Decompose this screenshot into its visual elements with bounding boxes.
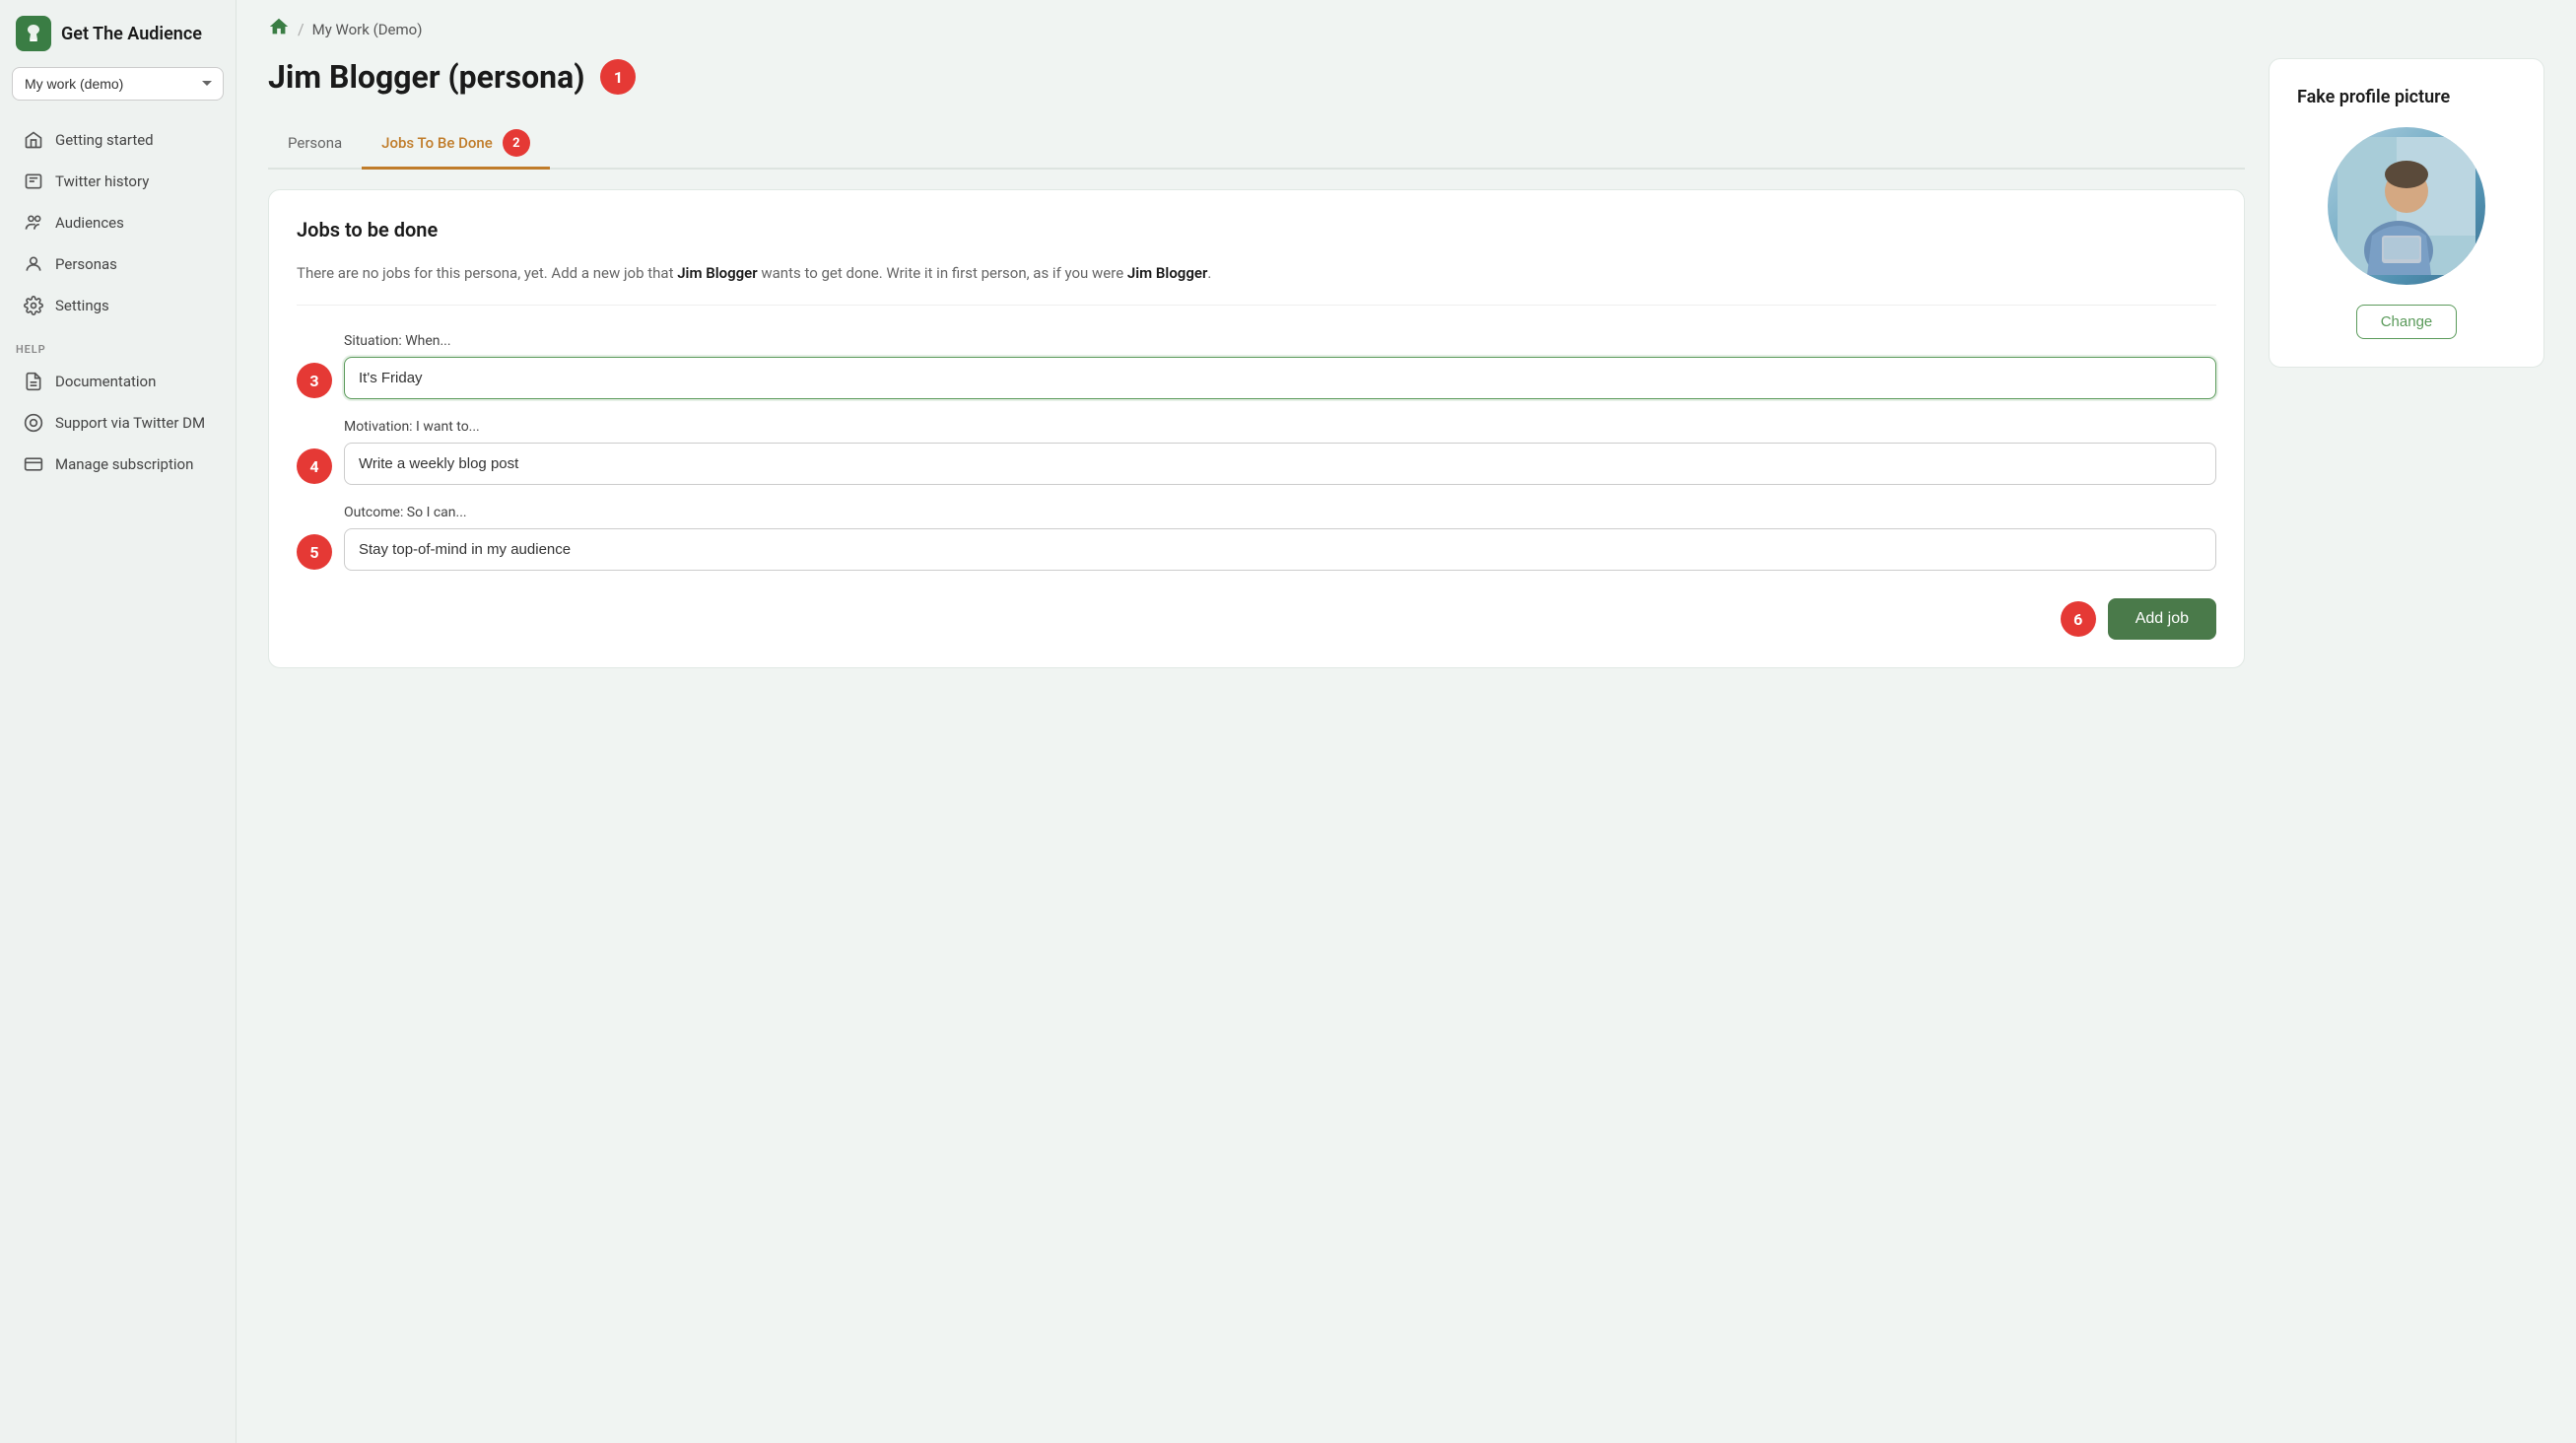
sidebar-label-support: Support via Twitter DM (55, 414, 205, 432)
sidebar-item-support[interactable]: Support via Twitter DM (8, 403, 228, 443)
workspace-select[interactable]: My work (demo)Other workspace (12, 67, 224, 101)
twitter-history-icon (24, 172, 43, 191)
sidebar-label-twitter-history: Twitter history (55, 172, 149, 190)
page-title: Jim Blogger (persona) (268, 58, 584, 96)
sidebar-label-audiences: Audiences (55, 214, 124, 232)
tab-persona[interactable]: Persona (268, 119, 362, 170)
tabs-nav: Persona Jobs To Be Done 2 (268, 119, 2245, 170)
add-job-button[interactable]: Add job (2108, 598, 2216, 640)
persona-name-1: Jim Blogger (677, 264, 757, 282)
profile-avatar (2328, 127, 2485, 285)
situation-badge: 3 (297, 363, 332, 398)
content-area: Jim Blogger (persona) 1 Persona Jobs To … (237, 58, 2576, 1443)
situation-input[interactable] (344, 357, 2216, 399)
sidebar-item-subscription[interactable]: Manage subscription (8, 445, 228, 484)
sidebar-item-personas[interactable]: Personas (8, 244, 228, 284)
topbar-separator: / (298, 20, 305, 38)
empty-text-middle: wants to get done. Write it in first per… (758, 264, 1127, 282)
subscription-icon (24, 454, 43, 474)
page-title-row: Jim Blogger (persona) 1 (268, 58, 2245, 96)
sidebar-label-getting-started: Getting started (55, 131, 154, 149)
jobs-card: Jobs to be done There are no jobs for th… (268, 189, 2245, 668)
situation-group: Situation: When... (344, 333, 2216, 399)
outcome-row: 5 Outcome: So I can... (297, 505, 2216, 590)
motivation-input[interactable] (344, 443, 2216, 485)
profile-card: Fake profile picture (2269, 58, 2544, 368)
app-name: Get The Audience (61, 24, 202, 44)
topbar-home-icon[interactable] (268, 16, 290, 42)
situation-label: Situation: When... (344, 333, 2216, 349)
page-badge: 1 (600, 59, 636, 95)
documentation-icon (24, 372, 43, 391)
outcome-input[interactable] (344, 528, 2216, 571)
motivation-badge: 4 (297, 448, 332, 484)
sidebar: Get The Audience My work (demo)Other wor… (0, 0, 237, 1443)
person-icon (24, 254, 43, 274)
empty-text-end: . (1207, 264, 1211, 282)
sidebar-label-personas: Personas (55, 255, 117, 273)
sidebar-item-settings[interactable]: Settings (8, 286, 228, 325)
tab-jobs-badge: 2 (503, 129, 530, 157)
logo: Get The Audience (0, 16, 236, 67)
home-icon (24, 130, 43, 150)
add-job-badge: 6 (2061, 601, 2096, 637)
profile-card-title: Fake profile picture (2297, 87, 2450, 107)
outcome-label: Outcome: So I can... (344, 505, 2216, 520)
main-nav: Getting started Twitter history (0, 120, 236, 327)
main-panel: Jim Blogger (persona) 1 Persona Jobs To … (268, 58, 2245, 1411)
motivation-group: Motivation: I want to... (344, 419, 2216, 485)
sidebar-item-documentation[interactable]: Documentation (8, 362, 228, 401)
help-section-label: HELP (0, 327, 236, 362)
situation-row: 3 Situation: When... (297, 333, 2216, 419)
sidebar-item-getting-started[interactable]: Getting started (8, 120, 228, 160)
change-profile-button[interactable]: Change (2356, 305, 2458, 339)
add-job-row: 6 Add job (297, 598, 2216, 640)
right-panel: Fake profile picture (2269, 58, 2544, 1411)
motivation-label: Motivation: I want to... (344, 419, 2216, 435)
tab-persona-label: Persona (288, 134, 342, 152)
jobs-card-title: Jobs to be done (297, 218, 2216, 241)
outcome-group: Outcome: So I can... (344, 505, 2216, 571)
motivation-row: 4 Motivation: I want to... (297, 419, 2216, 505)
audiences-icon (24, 213, 43, 233)
sidebar-item-twitter-history[interactable]: Twitter history (8, 162, 228, 201)
main-content: / My Work (Demo) Jim Blogger (persona) 1… (237, 0, 2576, 1443)
sidebar-item-audiences[interactable]: Audiences (8, 203, 228, 242)
sidebar-label-settings: Settings (55, 297, 109, 314)
support-icon (24, 413, 43, 433)
persona-name-2: Jim Blogger (1127, 264, 1207, 282)
topbar-breadcrumb: My Work (Demo) (312, 21, 423, 38)
tab-jobs-label: Jobs To Be Done (381, 134, 493, 152)
outcome-badge: 5 (297, 534, 332, 570)
tab-jobs-to-be-done[interactable]: Jobs To Be Done 2 (362, 119, 550, 170)
sidebar-label-documentation: Documentation (55, 373, 156, 390)
jobs-empty-text: There are no jobs for this persona, yet.… (297, 261, 2216, 306)
app-logo-icon (16, 16, 51, 51)
sidebar-label-subscription: Manage subscription (55, 455, 193, 473)
topbar: / My Work (Demo) (237, 0, 2576, 58)
empty-text-before: There are no jobs for this persona, yet.… (297, 264, 677, 282)
settings-icon (24, 296, 43, 315)
